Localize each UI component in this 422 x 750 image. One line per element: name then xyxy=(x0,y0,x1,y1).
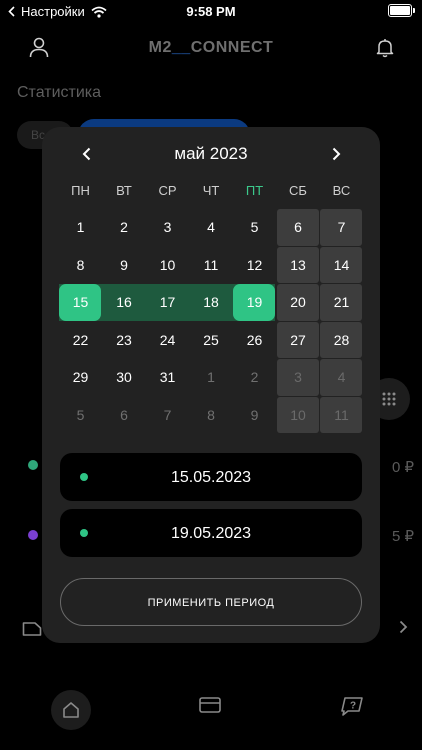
calendar-day[interactable]: 9 xyxy=(103,247,146,284)
calendar-day[interactable]: 17 xyxy=(146,284,189,321)
calendar-day[interactable]: 1 xyxy=(59,209,102,246)
calendar-day[interactable]: 11 xyxy=(320,397,363,434)
calendar-day[interactable]: 24 xyxy=(146,322,189,359)
calendar-day[interactable]: 10 xyxy=(146,247,189,284)
calendar-day[interactable]: 18 xyxy=(190,284,233,321)
calendar-day[interactable]: 2 xyxy=(103,209,146,246)
weekday-header: ПН ВТ СР ЧТ ПТ СБ ВС xyxy=(59,183,363,201)
end-date-value: 19.05.2023 xyxy=(170,525,252,542)
calendar-grid: 1 2 3 4 5 6 7 8 9 10 11 12 13 14 15 16 17 18 19 20 21 22 23 24 2… xyxy=(59,209,363,434)
calendar-day[interactable]: 20 xyxy=(277,284,320,321)
date-range-picker: май 2023 ПН ВТ СР ЧТ ПТ СБ ВС 1 2 3 4 5 6 7 8 9 10 11 12 1… xyxy=(42,127,380,643)
calendar-day[interactable]: 5 xyxy=(59,397,102,434)
calendar-day[interactable]: 11 xyxy=(190,247,233,284)
calendar-day[interactable]: 13 xyxy=(277,247,320,284)
top-bar: M2__CONNECT xyxy=(0,30,422,70)
calendar-day[interactable]: 26 xyxy=(233,322,276,359)
calendar-day[interactable]: 6 xyxy=(103,397,146,434)
calendar-day[interactable]: 12 xyxy=(233,247,276,284)
status-bar: Настройки 9:58 PM xyxy=(0,0,422,24)
calendar-day[interactable]: 15 xyxy=(59,284,102,321)
calendar-day[interactable]: 5 xyxy=(233,209,276,246)
series-dot-2 xyxy=(28,530,38,540)
calendar-day[interactable]: 27 xyxy=(277,322,320,359)
calendar-day[interactable]: 28 xyxy=(320,322,363,359)
card-icon[interactable] xyxy=(198,696,222,714)
weekday-label: ПН xyxy=(71,183,90,198)
app-logo: M2__CONNECT xyxy=(148,39,274,56)
weekday-label: ВТ xyxy=(116,183,132,198)
chevron-right-icon xyxy=(332,147,340,161)
calendar-day[interactable]: 7 xyxy=(320,209,363,246)
help-icon[interactable]: ? xyxy=(340,696,364,716)
sim-card-icon xyxy=(22,622,42,636)
end-date-field[interactable]: 19.05.2023 xyxy=(60,509,362,557)
calendar-day[interactable]: 3 xyxy=(277,359,320,396)
amount-1: 0 ₽ xyxy=(391,459,414,476)
weekday-label: СБ xyxy=(289,183,307,198)
calendar-header: май 2023 xyxy=(42,141,380,167)
calendar-day[interactable]: 30 xyxy=(103,359,146,396)
calendar-day[interactable]: 4 xyxy=(190,209,233,246)
svg-text:?: ? xyxy=(350,701,356,712)
chevron-right-icon[interactable] xyxy=(399,620,408,634)
calendar-day[interactable]: 6 xyxy=(277,209,320,246)
grid-dots-icon xyxy=(382,392,396,406)
start-date-value: 15.05.2023 xyxy=(170,469,252,486)
calendar-day[interactable]: 9 xyxy=(233,397,276,434)
battery-icon xyxy=(388,4,415,17)
weekday-label: ВС xyxy=(332,183,351,198)
calendar-day[interactable]: 8 xyxy=(190,397,233,434)
weekday-label: СР xyxy=(158,183,177,198)
amount-2: 5 ₽ xyxy=(391,528,414,545)
calendar-day[interactable]: 25 xyxy=(190,322,233,359)
apply-period-button[interactable]: ПРИМЕНИТЬ ПЕРИОД xyxy=(60,578,362,626)
calendar-day[interactable]: 1 xyxy=(190,359,233,396)
calendar-day[interactable]: 23 xyxy=(103,322,146,359)
series-dot-1 xyxy=(28,460,38,470)
weekday-label: ПТ xyxy=(245,183,264,198)
weekday-label: ЧТ xyxy=(202,183,220,198)
calendar-day[interactable]: 29 xyxy=(59,359,102,396)
calendar-day[interactable]: 16 xyxy=(103,284,146,321)
home-icon xyxy=(63,702,79,718)
calendar-day[interactable]: 21 xyxy=(320,284,363,321)
calendar-day[interactable]: 19 xyxy=(233,284,276,321)
calendar-day[interactable]: 2 xyxy=(233,359,276,396)
start-date-field[interactable]: 15.05.2023 xyxy=(60,453,362,501)
tab-home[interactable] xyxy=(51,690,91,730)
tab-bar: ? xyxy=(0,670,422,750)
calendar-day[interactable]: 3 xyxy=(146,209,189,246)
bell-icon[interactable] xyxy=(376,38,394,58)
calendar-day[interactable]: 7 xyxy=(146,397,189,434)
calendar-day[interactable]: 4 xyxy=(320,359,363,396)
calendar-day[interactable]: 8 xyxy=(59,247,102,284)
calendar-day[interactable]: 14 xyxy=(320,247,363,284)
status-time: 9:58 PM xyxy=(186,4,236,19)
calendar-day[interactable]: 10 xyxy=(277,397,320,434)
next-month-button[interactable] xyxy=(326,143,346,165)
section-title: Статистика xyxy=(17,84,102,101)
calendar-day[interactable]: 31 xyxy=(146,359,189,396)
calendar-day[interactable]: 22 xyxy=(59,322,102,359)
